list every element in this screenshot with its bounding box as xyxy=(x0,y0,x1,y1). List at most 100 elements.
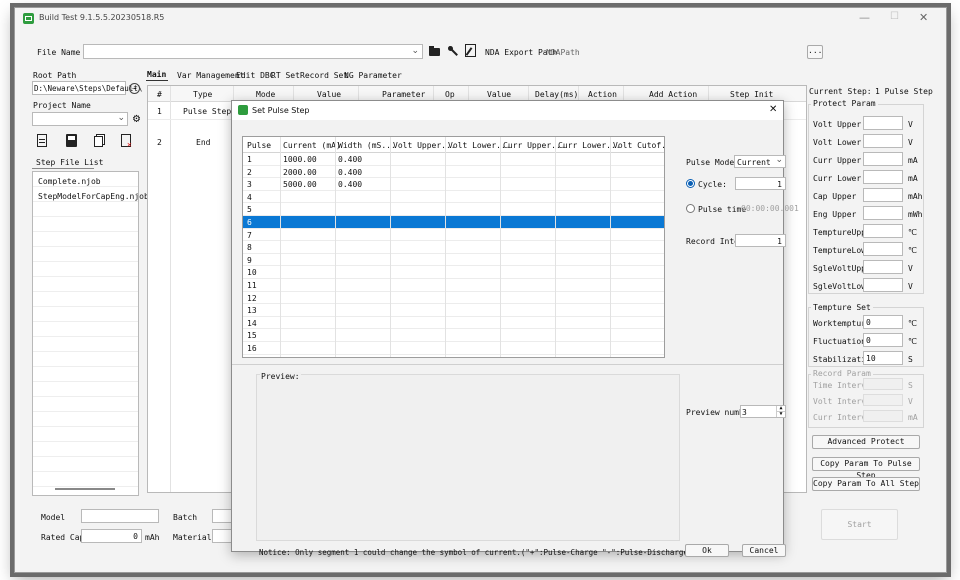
pulse-time-value[interactable]: 00:00:00.001 xyxy=(741,204,799,213)
file-name-combo[interactable]: ⌄ xyxy=(83,44,423,59)
protect-param-field[interactable] xyxy=(863,170,903,184)
protect-param-field[interactable] xyxy=(863,224,903,238)
step-file-list[interactable]: Complete.njob StepModelForCapEng.njob xyxy=(32,171,149,496)
dialog-title: Set Pulse Step xyxy=(252,106,310,115)
protect-param-unit: ℃ xyxy=(908,246,917,255)
record-param-field[interactable] xyxy=(863,410,903,422)
table-row[interactable]: 11 xyxy=(243,279,664,292)
table-row[interactable]: 9 xyxy=(243,254,664,267)
grid-col-mode: Mode xyxy=(256,90,276,99)
advanced-protect-button[interactable]: Advanced Protect xyxy=(812,435,920,449)
protect-param-field[interactable] xyxy=(863,116,903,130)
new-file-icon[interactable] xyxy=(37,134,49,147)
materials-label: Materials xyxy=(173,533,217,542)
tab-var-management[interactable]: Var Management xyxy=(177,71,244,80)
file-item-complete[interactable]: Complete.njob xyxy=(38,177,101,186)
table-row[interactable]: 10 xyxy=(243,266,664,279)
pulse-mode-label: Pulse Mode: xyxy=(686,158,739,167)
protect-param-field[interactable] xyxy=(863,206,903,220)
tab-edit-dbc[interactable]: Edit DBC xyxy=(236,71,275,80)
copy-param-to-all-step-button[interactable]: Copy Param To All Step xyxy=(812,477,920,491)
record-param-unit: S xyxy=(908,381,913,390)
open-folder-icon[interactable] xyxy=(429,45,441,58)
grid-col-op: Op xyxy=(445,90,455,99)
pulse-number: 11 xyxy=(247,281,257,290)
protect-param-field[interactable] xyxy=(863,242,903,256)
table-row[interactable]: 12 xyxy=(243,292,664,305)
more-button[interactable]: ... xyxy=(807,45,823,59)
dialog-separator xyxy=(232,364,783,365)
protect-param-field[interactable] xyxy=(863,278,903,292)
tab-main[interactable]: Main xyxy=(147,70,166,79)
tempture-param-unit: S xyxy=(908,355,913,364)
table-row[interactable]: 15 xyxy=(243,329,664,342)
tab-record-set[interactable]: Record Set xyxy=(300,71,348,80)
model-field[interactable] xyxy=(81,509,159,523)
table-row[interactable]: 14 xyxy=(243,317,664,330)
pulse-table[interactable]: Pulse Current (mA) Width (mS... Volt Upp… xyxy=(242,136,665,358)
table-row[interactable]: 16 xyxy=(243,342,664,355)
gear-icon[interactable]: ⚙ xyxy=(130,112,143,125)
table-row[interactable]: 7 xyxy=(243,229,664,242)
tools-icon[interactable] xyxy=(447,45,459,58)
pulse-current[interactable]: 5000.00 xyxy=(283,180,317,189)
edit-document-icon[interactable] xyxy=(465,44,477,57)
pulse-width[interactable]: 0.400 xyxy=(338,180,362,189)
rated-cap-field[interactable]: 0 xyxy=(81,529,142,543)
table-row[interactable]: 13 xyxy=(243,304,664,317)
preview-number-stepper[interactable]: 3 ▲ ▼ xyxy=(740,405,786,418)
tempture-param-field[interactable]: 10 xyxy=(863,351,903,365)
pulse-width[interactable]: 0.400 xyxy=(338,155,362,164)
start-button[interactable]: Start xyxy=(821,509,898,540)
table-row[interactable]: 5 xyxy=(243,203,664,216)
record-interv-field[interactable]: 1 xyxy=(735,234,786,247)
record-param-field[interactable] xyxy=(863,378,903,390)
pulse-time-radio[interactable] xyxy=(686,204,695,213)
cycle-radio[interactable] xyxy=(686,179,695,188)
cancel-button[interactable]: Cancel xyxy=(742,544,786,557)
list-scrollbar[interactable] xyxy=(55,488,115,490)
pulse-mode-select[interactable]: Current ⌄ xyxy=(734,155,786,168)
maximize-icon[interactable]: ☐ xyxy=(890,11,899,22)
protect-param-field[interactable] xyxy=(863,188,903,202)
copy-param-to-pulse-step-button[interactable]: Copy Param To Pulse Step xyxy=(812,457,920,480)
table-row[interactable]: 3 5000.00 0.400 xyxy=(243,178,664,191)
set-pulse-step-dialog: Set Pulse Step ✕ Pulse Current (mA) Widt… xyxy=(231,100,799,557)
pulse-number: 10 xyxy=(247,268,257,278)
nda-path-value[interactable]: NDAPath xyxy=(546,48,580,57)
window-close-icon[interactable]: ✕ xyxy=(919,11,928,24)
table-row[interactable]: 2 2000.00 0.400 xyxy=(243,166,664,179)
root-path-field[interactable]: D:\Neware\Steps\Default\ xyxy=(32,81,142,95)
protect-param-field[interactable] xyxy=(863,134,903,148)
minimize-icon[interactable]: — xyxy=(859,11,870,24)
project-name-combo[interactable]: ⌄ xyxy=(32,112,128,126)
dialog-close-icon[interactable]: ✕ xyxy=(769,104,777,115)
record-param-field[interactable] xyxy=(863,394,903,406)
table-row[interactable]: 8 xyxy=(243,241,664,254)
tab-main-underline xyxy=(146,80,168,81)
tempture-param-field[interactable]: 0 xyxy=(863,333,903,347)
table-row[interactable]: 4 xyxy=(243,191,664,204)
delete-file-icon[interactable]: ✕ xyxy=(121,134,133,149)
protect-param-field[interactable] xyxy=(863,152,903,166)
pulse-current[interactable]: 1000.00 xyxy=(283,155,317,164)
stepper-down-icon[interactable]: ▼ xyxy=(776,412,785,417)
tempture-param-field[interactable]: 0 xyxy=(863,315,903,329)
chevron-down-icon: ⌄ xyxy=(775,155,783,165)
file-item-stepmodel[interactable]: StepModelForCapEng.njob xyxy=(38,192,149,201)
tab-rt-set[interactable]: RT Set xyxy=(271,71,300,80)
browse-icon[interactable]: … xyxy=(129,83,140,94)
table-row[interactable]: 1 1000.00 0.400 xyxy=(243,153,664,166)
pulse-width[interactable]: 0.400 xyxy=(338,168,362,177)
protect-param-label: Volt Lower xyxy=(813,138,862,147)
save-file-icon[interactable] xyxy=(66,134,78,147)
col-volt-upper: Volt Upper... xyxy=(393,141,456,150)
table-row[interactable]: 6 xyxy=(243,216,664,229)
pulse-current[interactable]: 2000.00 xyxy=(283,168,317,177)
ok-button[interactable]: Ok xyxy=(685,544,729,557)
preview-label: Preview: xyxy=(260,372,301,381)
copy-file-icon[interactable] xyxy=(94,134,106,147)
cycle-field[interactable]: 1 xyxy=(735,177,786,190)
protect-param-field[interactable] xyxy=(863,260,903,274)
tab-ng-parameter[interactable]: NG Parameter xyxy=(344,71,402,80)
